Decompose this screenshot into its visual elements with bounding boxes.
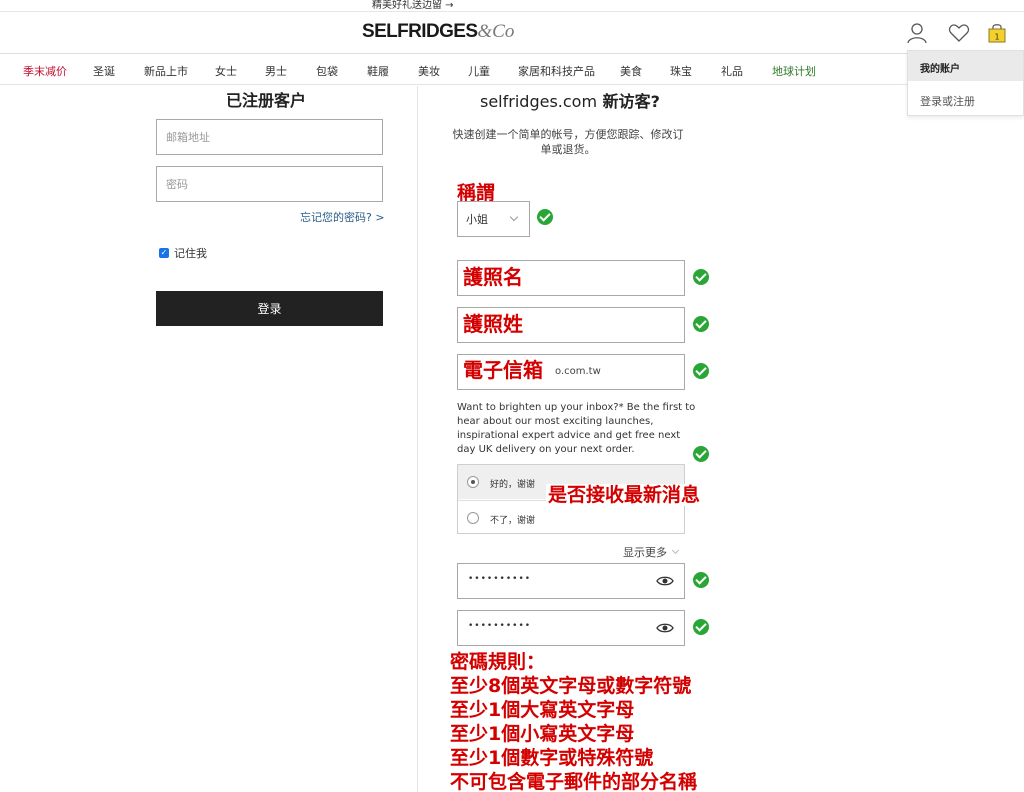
shopping-bag-icon[interactable]: 1 [986,22,1008,44]
new-customer-heading-suffix: 新访客? [597,92,660,111]
nav-item-new-in[interactable]: 新品上市 [144,63,188,79]
show-more-toggle[interactable]: 显示更多 [623,544,680,560]
nav-item-shoes[interactable]: 鞋履 [367,63,389,79]
show-more-label: 显示更多 [623,546,667,559]
login-button-label: 登录 [257,302,282,316]
password-rule: 至少1個大寫英文字母 [450,699,635,721]
password-rule: 不可包含電子郵件的部分名稱 [450,771,698,792]
confirm-password-valid-check-icon [693,619,709,635]
login-password-input[interactable]: 密码 [156,166,383,202]
confirm-password-input[interactable]: •••••••••• [457,610,685,646]
opt-in-yes-label: 好的，谢谢 [490,480,536,490]
title-select[interactable]: 小姐 [457,201,530,237]
opt-in-yes-radio[interactable] [467,476,479,488]
logo-suffix: &Co [477,21,515,42]
selfridges-logo[interactable]: SELFRIDGES&Co [362,21,514,43]
marketing-consent-text: Want to brighten up your inbox?* Be the … [457,402,696,455]
password-valid-check-icon [693,572,709,588]
first-name-valid-check-icon [693,269,709,285]
forgot-password-link[interactable]: 忘记您的密码? > [300,209,385,225]
login-email-placeholder: 邮箱地址 [166,131,210,144]
confirm-password-masked-value: •••••••••• [468,621,532,631]
logo-main: SELFRIDGES [362,21,478,42]
login-button[interactable]: 登录 [156,291,383,326]
annotation-last-name: 護照姓 [463,312,523,336]
password-input[interactable]: •••••••••• [457,563,685,599]
annotation-email: 電子信箱 [463,358,545,382]
nav-item-sale[interactable]: 季末减价 [23,63,67,79]
last-name-valid-check-icon [693,316,709,332]
opt-in-no-label: 不了，谢谢 [490,516,536,526]
new-customer-heading: selfridges.com 新访客? [480,88,660,112]
password-rules-annotation: 密碼規則： 至少8個英文字母或數字符號 至少1個大寫英文字母 至少1個小寫英文字… [450,650,770,792]
remember-me-label[interactable]: 记住我 [174,245,207,261]
login-email-input[interactable]: 邮箱地址 [156,119,383,155]
annotation-subscribe: 是否接收最新消息 [546,484,703,506]
chevron-down-icon [671,546,680,555]
account-dropdown-title: 我的账户 [920,64,960,75]
bag-count: 1 [994,33,999,42]
remember-me: ✓ 记住我 [159,245,207,261]
column-divider [417,86,418,792]
account-dropdown-header: 我的账户 [908,51,1023,81]
remember-me-checkbox[interactable]: ✓ [159,248,169,258]
annotation-first-name: 護照名 [463,265,523,289]
password-rule: 至少1個數字或特殊符號 [450,747,654,769]
nav-item-bags[interactable]: 包袋 [316,63,338,79]
title-select-value: 小姐 [466,213,488,226]
promo-banner-text[interactable]: 精美好礼送边留 → [372,0,454,11]
register-intro-text: 快速创建一个简单的帐号，方便您跟踪、修改订单或退货。 [452,128,684,156]
nav-item-gifts[interactable]: 礼品 [721,63,743,79]
title-valid-check-icon [537,209,553,225]
nav-item-kids[interactable]: 儿童 [468,63,490,79]
nav-item-christmas[interactable]: 圣诞 [93,63,115,79]
site-header: SELFRIDGES&Co 1 [0,12,1024,54]
nav-item-men[interactable]: 男士 [265,63,287,79]
wishlist-heart-icon[interactable] [948,22,970,44]
nav-item-women[interactable]: 女士 [215,63,237,79]
nav-item-food[interactable]: 美食 [620,63,642,79]
login-password-placeholder: 密码 [166,178,188,191]
nav-item-beauty[interactable]: 美妆 [418,63,440,79]
marketing-valid-check-icon [693,446,709,462]
category-nav: 季末减价 圣诞 新品上市 女士 男士 包袋 鞋履 美妆 儿童 家居和科技产品 美… [0,55,1024,85]
account-dropdown: 我的账户 登录或注册 [907,50,1024,116]
sign-in-register-link[interactable]: 登录或注册 [920,93,975,109]
nav-item-jewellery[interactable]: 珠宝 [670,63,692,79]
account-icon[interactable] [906,22,928,44]
new-customer-heading-domain: selfridges.com [480,92,598,111]
email-valid-check-icon [693,363,709,379]
register-email-value: o.com.tw [555,366,601,377]
registered-customer-heading: 已注册客户 [226,91,307,110]
chevron-down-icon [509,212,519,222]
top-promo-strip: 精美好礼送边留 → [0,0,1024,12]
password-rules-heading: 密碼規則： [450,651,546,673]
opt-in-no-radio[interactable] [467,512,479,524]
password-rule: 至少8個英文字母或數字符號 [450,675,692,697]
nav-item-project-earth[interactable]: 地球计划 [772,63,816,79]
password-masked-value: •••••••••• [468,574,532,584]
show-confirm-password-eye-icon[interactable] [656,620,674,636]
password-rule: 至少1個小寫英文字母 [450,723,635,745]
nav-item-home-tech[interactable]: 家居和科技产品 [518,63,595,79]
show-password-eye-icon[interactable] [656,573,674,589]
